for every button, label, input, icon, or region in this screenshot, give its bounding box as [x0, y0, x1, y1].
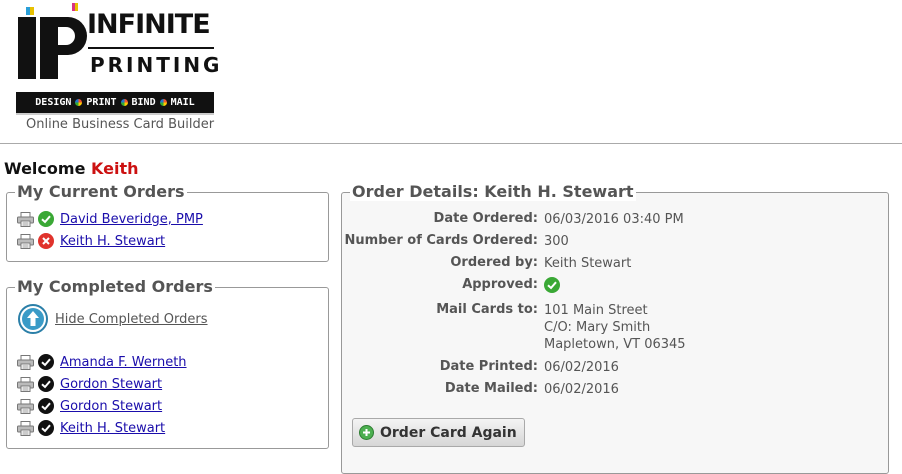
- rejected-x-icon: [38, 233, 54, 249]
- detail-row-date-mailed: Date Mailed: 06/02/2016: [342, 381, 619, 398]
- tagline-word: BIND: [131, 97, 156, 108]
- completed-check-icon: [38, 398, 54, 414]
- date-printed-value: 06/02/2016: [544, 360, 619, 375]
- date-mailed-label: Date Mailed:: [444, 381, 538, 396]
- brand-word-printing: PRINTING: [90, 53, 223, 77]
- detail-row-card-count: Number of Cards Ordered: 300: [342, 233, 569, 250]
- address-line: Mapletown, VT 06345: [544, 337, 686, 352]
- detail-row-ordered-by: Ordered by: Keith Stewart: [342, 255, 631, 272]
- printer-icon[interactable]: [17, 211, 34, 227]
- mail-to-label: Mail Cards to:: [436, 302, 538, 317]
- order-details-title: Order Details: Keith H. Stewart: [350, 182, 636, 201]
- list-item: David Beveridge, PMP: [17, 209, 203, 229]
- order-link-gordon-stewart[interactable]: Gordon Stewart: [60, 377, 162, 392]
- ip-logo-mark: [18, 3, 87, 79]
- list-item: Keith H. Stewart: [17, 231, 165, 251]
- completed-check-icon: [38, 420, 54, 436]
- ordered-by-value: Keith Stewart: [544, 256, 632, 271]
- completed-orders-title: My Completed Orders: [15, 277, 215, 296]
- card-count-label: Number of Cards Ordered:: [344, 233, 538, 248]
- list-item: Gordon Stewart: [17, 374, 162, 394]
- date-mailed-value: 06/02/2016: [544, 382, 619, 397]
- color-dot-icon: [120, 99, 128, 106]
- detail-row-approved: Approved:: [342, 277, 560, 298]
- current-orders-panel: My Current Orders David Beveridge, PMP K…: [6, 182, 329, 262]
- detail-row-mail-to: Mail Cards to: 101 Main Street C/O: Mary…: [342, 302, 686, 353]
- order-card-again-label: Order Card Again: [380, 424, 517, 441]
- welcome-prefix: Welcome: [4, 159, 86, 178]
- date-printed-label: Date Printed:: [439, 359, 538, 374]
- infinite-printing-logo: INFINITE PRINTING DESIGN PRINT BIND MAIL…: [16, 3, 219, 133]
- address-line: C/O: Mary Smith: [544, 320, 651, 335]
- tagline-word: DESIGN: [35, 97, 72, 108]
- list-item: Gordon Stewart: [17, 396, 162, 416]
- detail-row-date-printed: Date Printed: 06/02/2016: [342, 359, 619, 376]
- approved-check-icon: [544, 277, 560, 293]
- order-link-gordon-stewart-2[interactable]: Gordon Stewart: [60, 399, 162, 414]
- color-dot-icon: [159, 99, 167, 106]
- welcome-user-name: Keith: [91, 159, 139, 178]
- printer-icon[interactable]: [17, 233, 34, 249]
- printer-icon[interactable]: [17, 398, 34, 414]
- color-dot-icon: [75, 99, 83, 106]
- arrow-up-circle-icon[interactable]: [18, 304, 48, 334]
- order-link-keith-stewart-completed[interactable]: Keith H. Stewart: [60, 421, 165, 436]
- order-link-amanda-werneth[interactable]: Amanda F. Werneth: [60, 355, 187, 370]
- date-ordered-value: 06/03/2016 03:40 PM: [544, 212, 684, 227]
- completed-orders-panel: My Completed Orders Hide Completed Order…: [6, 277, 329, 449]
- welcome-message: Welcome Keith: [4, 159, 139, 178]
- brand-divider: [88, 47, 214, 49]
- builder-caption: Online Business Card Builder: [26, 117, 215, 132]
- printer-icon[interactable]: [17, 376, 34, 392]
- order-link-keith-stewart[interactable]: Keith H. Stewart: [60, 234, 165, 249]
- card-count-value: 300: [544, 234, 569, 249]
- printer-icon[interactable]: [17, 420, 34, 436]
- list-item: Keith H. Stewart: [17, 418, 165, 438]
- mail-to-address: 101 Main Street C/O: Mary Smith Mapletow…: [544, 302, 686, 353]
- approved-check-icon: [38, 211, 54, 227]
- plus-circle-icon: [359, 425, 374, 440]
- order-link-david-beveridge[interactable]: David Beveridge, PMP: [60, 212, 203, 227]
- completed-check-icon: [38, 376, 54, 392]
- tagline-word: MAIL: [170, 97, 195, 108]
- approved-label: Approved:: [462, 277, 538, 292]
- ordered-by-label: Ordered by:: [450, 255, 538, 270]
- date-ordered-label: Date Ordered:: [433, 211, 538, 226]
- hide-completed-toggle[interactable]: Hide Completed Orders: [18, 304, 208, 334]
- tagline-word: PRINT: [86, 97, 117, 108]
- order-details-panel: Order Details: Keith H. Stewart Date Ord…: [341, 182, 889, 474]
- address-line: 101 Main Street: [544, 303, 648, 318]
- completed-check-icon: [38, 354, 54, 370]
- printer-icon[interactable]: [17, 354, 34, 370]
- order-card-again-button[interactable]: Order Card Again: [352, 418, 525, 447]
- brand-word-infinite: INFINITE: [87, 9, 211, 40]
- detail-row-date-ordered: Date Ordered: 06/03/2016 03:40 PM: [342, 211, 684, 228]
- list-item: Amanda F. Werneth: [17, 352, 187, 372]
- hide-completed-link[interactable]: Hide Completed Orders: [55, 312, 208, 327]
- header-divider: [0, 143, 902, 144]
- tagline-bar: DESIGN PRINT BIND MAIL: [16, 92, 214, 115]
- current-orders-title: My Current Orders: [15, 182, 187, 201]
